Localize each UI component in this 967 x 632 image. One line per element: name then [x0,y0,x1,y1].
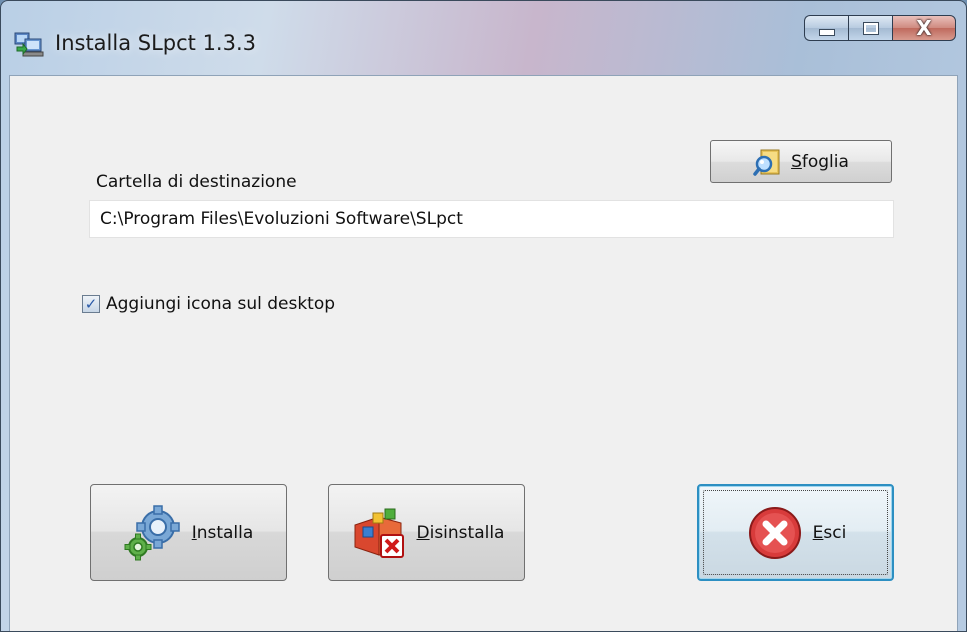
window-title: Installa SLpct 1.3.3 [55,31,257,55]
maximize-icon [862,21,879,35]
desktop-icon-label: Aggiungi icona sul desktop [106,294,336,314]
destination-path-input[interactable] [89,200,894,238]
uninstall-button[interactable]: Disinstalla [328,484,525,581]
exit-label: Esci [812,522,847,543]
installer-computer-icon [14,32,44,57]
caption-buttons: X [804,15,956,43]
installer-window: Installa SLpct 1.3.3 X Sfoglia Cartella … [0,0,967,632]
red-x-circle-icon [748,506,801,559]
browse-label: Sfoglia [791,151,849,172]
destination-label: Cartella di destinazione [96,172,297,192]
install-label: Installa [191,522,254,543]
close-button[interactable]: X [892,15,956,41]
uninstall-label: Disinstalla [416,522,505,543]
install-button[interactable]: Installa [90,484,287,581]
browse-button[interactable]: Sfoglia [710,140,892,183]
remove-program-icon [354,508,404,558]
close-icon: X [916,16,932,40]
minimize-icon [818,28,835,36]
checkmark-icon: ✓ [84,294,98,313]
gears-icon [124,504,180,560]
minimize-button[interactable] [804,15,848,41]
dialog-body: Sfoglia Cartella di destinazione ✓ Aggiu… [9,75,958,631]
exit-button[interactable]: Esci [697,484,894,581]
title-bar[interactable]: Installa SLpct 1.3.3 X [1,1,966,75]
desktop-icon-checkbox[interactable]: ✓ [82,295,100,313]
desktop-icon-option[interactable]: ✓ Aggiungi icona sul desktop [82,294,335,314]
folder-search-icon [753,149,780,176]
maximize-button[interactable] [848,15,892,41]
